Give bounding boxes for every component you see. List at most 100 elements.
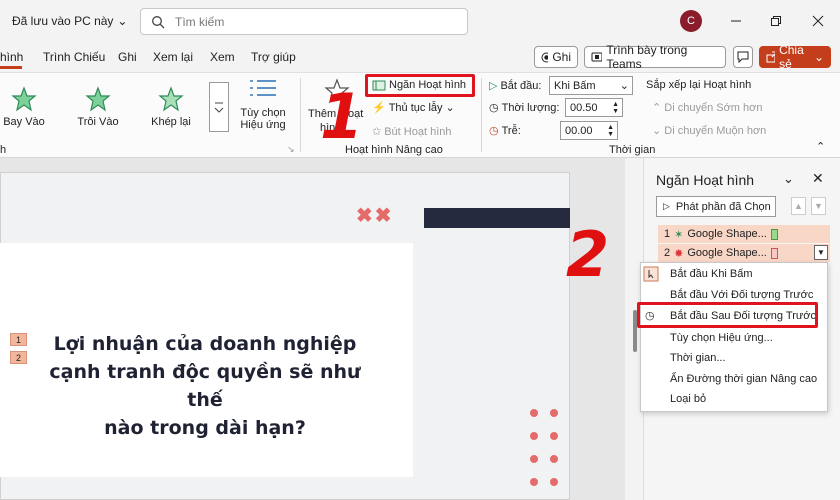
menu-start-with-previous[interactable]: Bắt đầu Với Đối tượng Trước bbox=[670, 289, 813, 301]
gallery-more-button[interactable] bbox=[209, 82, 229, 132]
slide-title-line: Lợi nhuận của doanh nghiệp bbox=[53, 333, 357, 355]
start-select[interactable]: Khi Bấm ⌄ bbox=[549, 76, 633, 95]
dialog-launcher-icon[interactable]: ↘ bbox=[287, 144, 295, 155]
start-label: Bắt đầu: bbox=[500, 79, 542, 92]
share-icon bbox=[766, 51, 776, 63]
restore-icon[interactable] bbox=[766, 11, 786, 31]
record-label: Ghi bbox=[552, 50, 571, 64]
comments-button[interactable] bbox=[733, 46, 753, 68]
menu-hide-timeline[interactable]: Ẩn Đường thời gian Nâng cao bbox=[670, 373, 817, 385]
chevron-down-icon: ⌄ bbox=[652, 125, 662, 137]
menu-remove[interactable]: Loại bỏ bbox=[670, 393, 706, 405]
effect-options-line2: Hiệu ứng bbox=[240, 119, 286, 131]
menu-start-on-click[interactable]: Bắt đầu Khi Bấm bbox=[670, 268, 753, 280]
tab-review[interactable]: Xem lại bbox=[153, 50, 193, 64]
close-icon[interactable] bbox=[808, 11, 828, 31]
callout-step-1: 1 bbox=[320, 80, 364, 153]
duration-value: 00.50 bbox=[570, 101, 598, 114]
delay-clock-icon: ◷ bbox=[489, 125, 499, 137]
start-label-group: ▷ Bắt đầu: bbox=[489, 79, 542, 93]
slide-title: Lợi nhuận của doanh nghiệp cạnh tranh độ… bbox=[30, 330, 380, 442]
effect-options-button[interactable]: Tùy chọn Hiệu ứng bbox=[238, 107, 288, 131]
avatar[interactable]: C bbox=[680, 10, 702, 32]
duration-label-group: ◷ Thời lượng: bbox=[489, 101, 560, 115]
star-green-icon bbox=[85, 86, 111, 112]
present-teams-button[interactable]: Trình bày trong Teams bbox=[584, 43, 726, 71]
tab-slideshow[interactable]: Trình Chiếu bbox=[43, 50, 105, 64]
move-earlier-button[interactable]: ⌃ Di chuyển Sớm hơn bbox=[652, 101, 762, 114]
play-icon: ▷ bbox=[663, 201, 670, 211]
play-selected-button[interactable]: ▷ Phát phần đã Chọn bbox=[656, 196, 776, 217]
item-number: 2 bbox=[664, 247, 671, 259]
menu-timing[interactable]: Thời gian... bbox=[670, 352, 726, 364]
pane-close-icon[interactable]: ✕ bbox=[812, 170, 824, 187]
share-button[interactable]: Chia sẻ ⌄ bbox=[759, 43, 831, 71]
item-name: Google Shape... bbox=[687, 247, 767, 259]
animation-painter-button[interactable]: ✩ Bút Hoạt hình bbox=[372, 125, 452, 139]
ribbon-separator bbox=[300, 78, 301, 152]
item-dropdown-button[interactable]: ▼ bbox=[814, 245, 828, 260]
record-button[interactable]: Ghi bbox=[534, 46, 578, 68]
search-box[interactable]: Tìm kiếm bbox=[140, 8, 468, 35]
animation-tag[interactable]: 1 bbox=[10, 333, 27, 346]
anim-fly-in-label: Bay Vào bbox=[3, 116, 45, 128]
tab-view[interactable]: Xem bbox=[210, 50, 235, 64]
pane-title: Ngăn Hoạt hình bbox=[656, 172, 755, 188]
move-later-button[interactable]: ⌄ Di chuyển Muộn hơn bbox=[652, 124, 766, 137]
active-tab-underline bbox=[0, 66, 22, 69]
slide-dot bbox=[530, 409, 538, 417]
timing-bar-icon bbox=[770, 247, 778, 259]
anim-close[interactable]: Khép lại bbox=[143, 86, 199, 128]
record-icon bbox=[541, 52, 549, 62]
minimize-icon[interactable] bbox=[726, 11, 746, 31]
item-number: 1 bbox=[664, 228, 671, 240]
slide-dot bbox=[530, 432, 538, 440]
delay-input[interactable]: 00.00 ▲ ▼ bbox=[560, 121, 618, 140]
tab-help[interactable]: Trợ giúp bbox=[251, 50, 296, 64]
anim-fly-in[interactable]: Bay Vào bbox=[0, 86, 52, 128]
duration-label: Thời lượng: bbox=[501, 101, 560, 114]
tab-record[interactable]: Ghi bbox=[118, 50, 137, 64]
item-name: Google Shape... bbox=[687, 228, 767, 240]
slide-dot bbox=[530, 455, 538, 463]
slide-dot bbox=[550, 409, 558, 417]
chevron-down-icon: ⌄ bbox=[117, 14, 128, 28]
highlight-start-after-previous bbox=[637, 302, 818, 328]
animation-tag[interactable]: 2 bbox=[10, 351, 27, 364]
trigger-label: Thủ tục lẫy bbox=[388, 101, 443, 114]
collapse-ribbon-icon[interactable]: ⌃ bbox=[816, 140, 825, 153]
slide-dark-bar bbox=[424, 208, 570, 228]
highlight-animation-pane bbox=[365, 74, 475, 97]
play-selected-label: Phát phần đã Chọn bbox=[675, 200, 771, 213]
group-timing-label: Thời gian bbox=[609, 144, 656, 156]
animation-painter-label: Bút Hoạt hình bbox=[384, 125, 452, 138]
move-up-icon[interactable]: ▲ bbox=[791, 197, 806, 215]
slide-dot bbox=[550, 455, 558, 463]
slide-dot bbox=[550, 478, 558, 486]
tab-animations[interactable]: hình bbox=[0, 50, 23, 64]
anim-float-in[interactable]: Trôi Vào bbox=[70, 86, 126, 128]
move-down-icon[interactable]: ▼ bbox=[811, 197, 826, 215]
duration-input[interactable]: 00.50 ▲ ▼ bbox=[565, 98, 623, 117]
animation-list-item[interactable]: 1 ✶ Google Shape... bbox=[658, 225, 830, 243]
chevron-up-icon: ⌃ bbox=[652, 102, 662, 114]
fly-in-star-icon: ✶ bbox=[674, 228, 684, 241]
effect-options-line1: Tùy chọn bbox=[240, 107, 286, 119]
animation-list-item[interactable]: 2 ✸ Google Shape... ▼ bbox=[658, 244, 830, 262]
star-green-icon bbox=[11, 86, 37, 112]
comment-icon bbox=[737, 51, 749, 63]
painter-star-icon: ✩ bbox=[372, 126, 382, 138]
share-label: Chia sẻ bbox=[779, 43, 804, 71]
chevron-down-icon: ⌄ bbox=[619, 80, 629, 92]
delay-value: 00.00 bbox=[565, 124, 593, 137]
spinner-icon: ▲ ▼ bbox=[607, 123, 614, 138]
save-status[interactable]: Đã lưu vào PC này ⌄ bbox=[12, 14, 127, 28]
menu-effect-options[interactable]: Tùy chọn Hiệu ứng... bbox=[670, 332, 773, 344]
slide-dot bbox=[550, 432, 558, 440]
callout-step-2: 2 bbox=[566, 218, 610, 291]
ribbon-separator bbox=[481, 78, 482, 152]
anim-float-in-label: Trôi Vào bbox=[77, 116, 119, 128]
pane-options-icon[interactable]: ⌄ bbox=[783, 171, 794, 187]
trigger-button[interactable]: ⚡ Thủ tục lẫy ⌄ bbox=[372, 101, 455, 115]
delay-label-group: ◷ Trễ: bbox=[489, 124, 521, 138]
